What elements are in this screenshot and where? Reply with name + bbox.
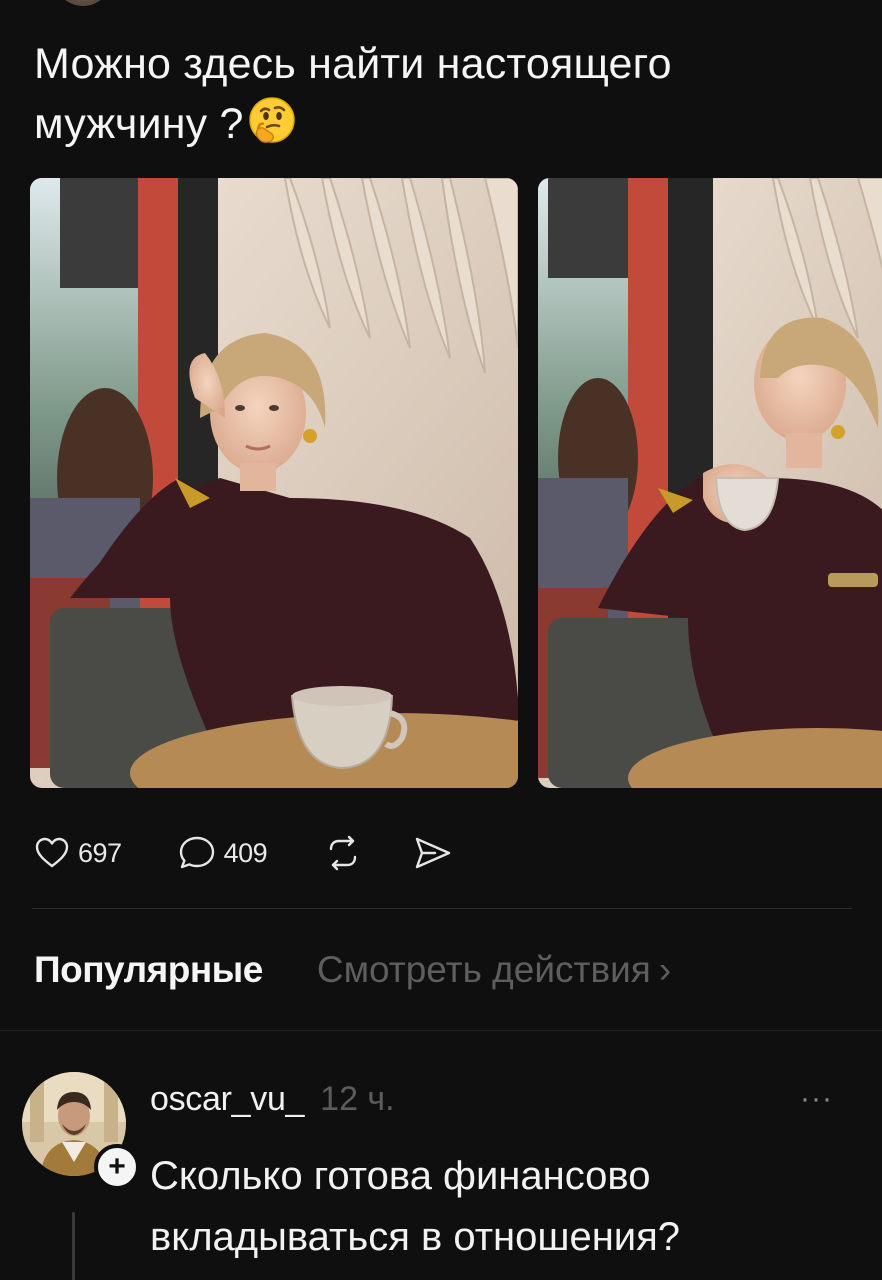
- like-count: 697: [78, 837, 122, 868]
- post-caption: Можно здесь найти настоящего мужчину ?: [34, 40, 672, 148]
- comment-timestamp: 12 ч.: [320, 1080, 395, 1118]
- comment-count: 409: [223, 837, 268, 868]
- comment-bubble-icon: [179, 836, 214, 869]
- repost-button[interactable]: [323, 835, 363, 871]
- gallery-photo-2[interactable]: [538, 178, 882, 788]
- thinking-face-icon: [248, 97, 295, 143]
- comment-header: oscar_vu_ 12 ч.: [150, 1080, 395, 1124]
- post-actions: 697 409: [34, 828, 503, 878]
- send-icon: [415, 837, 451, 869]
- more-options-icon[interactable]: ···: [800, 1082, 833, 1116]
- post-text: Можно здесь найти настоящего мужчину ?: [34, 34, 834, 154]
- heart-icon: [35, 837, 69, 868]
- threads-post-screen: Можно здесь найти настоящего мужчину ? 6…: [0, 0, 882, 1280]
- tab-popular[interactable]: Популярные: [34, 949, 263, 991]
- photo-gallery[interactable]: [30, 178, 882, 790]
- like-button[interactable]: 697: [34, 837, 122, 869]
- replies-header: Популярные Смотреть действия ›: [34, 942, 671, 998]
- comment-text: Сколько готова финансово вкладываться в …: [150, 1154, 681, 1259]
- section-divider: [0, 1030, 882, 1031]
- photo-2-image: [538, 178, 882, 788]
- gallery-photo-1[interactable]: [30, 178, 518, 788]
- follow-button[interactable]: +: [94, 1144, 140, 1190]
- view-activity-label: Смотреть действия: [316, 949, 651, 990]
- post-author-avatar[interactable]: [54, 0, 112, 6]
- thread-line: [72, 1212, 75, 1280]
- comment-button[interactable]: 409: [178, 835, 268, 871]
- share-button[interactable]: [413, 835, 453, 871]
- chevron-right-icon: ›: [658, 949, 672, 990]
- view-activity-link[interactable]: Смотреть действия ›: [317, 949, 671, 991]
- photo-1-image: [30, 178, 518, 788]
- divider: [32, 908, 852, 909]
- comment-username[interactable]: oscar_vu_: [150, 1080, 304, 1119]
- repost-icon: [329, 835, 357, 871]
